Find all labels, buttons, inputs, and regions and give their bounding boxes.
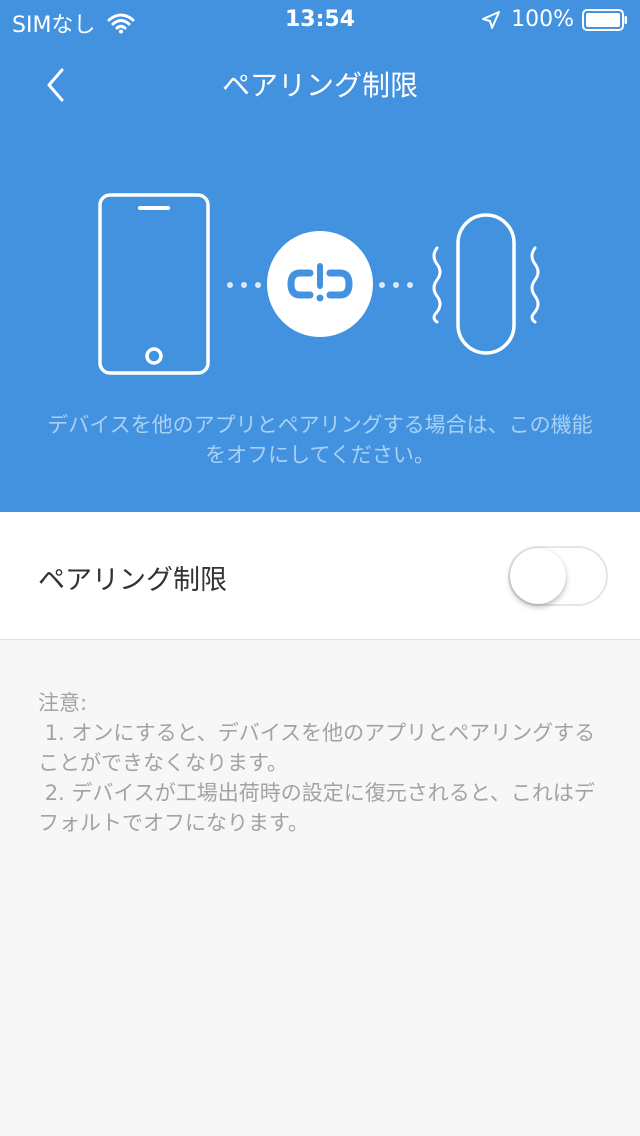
location-arrow-icon: [482, 10, 501, 29]
toggle-knob: [510, 548, 566, 604]
dots-right: [379, 282, 413, 288]
dots-left: [227, 282, 261, 288]
page-title: ペアリング制限: [221, 69, 418, 102]
pairing-restriction-row: ペアリング制限: [0, 512, 640, 640]
status-right-group: 100%: [481, 7, 628, 32]
battery-percent: 100%: [511, 7, 574, 32]
pairing-restriction-toggle[interactable]: [508, 546, 608, 606]
header-description: デバイスを他のアプリとペアリングする場合は、この機能をオフにしてください。: [47, 413, 593, 467]
nav-bar: ペアリング制限: [0, 40, 640, 128]
notes-heading: 注意:: [38, 691, 88, 715]
header-panel: SIMなし 13:54 100% ペアリング制限 デバイスを他のアプリとペアリン…: [0, 0, 640, 512]
setting-label: ペアリング制限: [38, 565, 227, 596]
band-icon: [432, 213, 540, 355]
pairing-illustration: [98, 193, 540, 375]
notes-section: 注意: 1. オンにすると、デバイスを他のアプリとペアリングすることができなくな…: [38, 688, 598, 838]
unlinked-icon: [267, 231, 373, 337]
notes-item-2: 2. デバイスが工場出荷時の設定に復元されると、これはデフォルトでオフになります…: [38, 781, 595, 835]
battery-icon: [582, 8, 627, 31]
phone-icon: [98, 193, 210, 375]
status-bar: SIMなし 13:54 100%: [0, 0, 640, 40]
notes-item-1: 1. オンにすると、デバイスを他のアプリとペアリングすることができなくなります。: [38, 721, 596, 775]
